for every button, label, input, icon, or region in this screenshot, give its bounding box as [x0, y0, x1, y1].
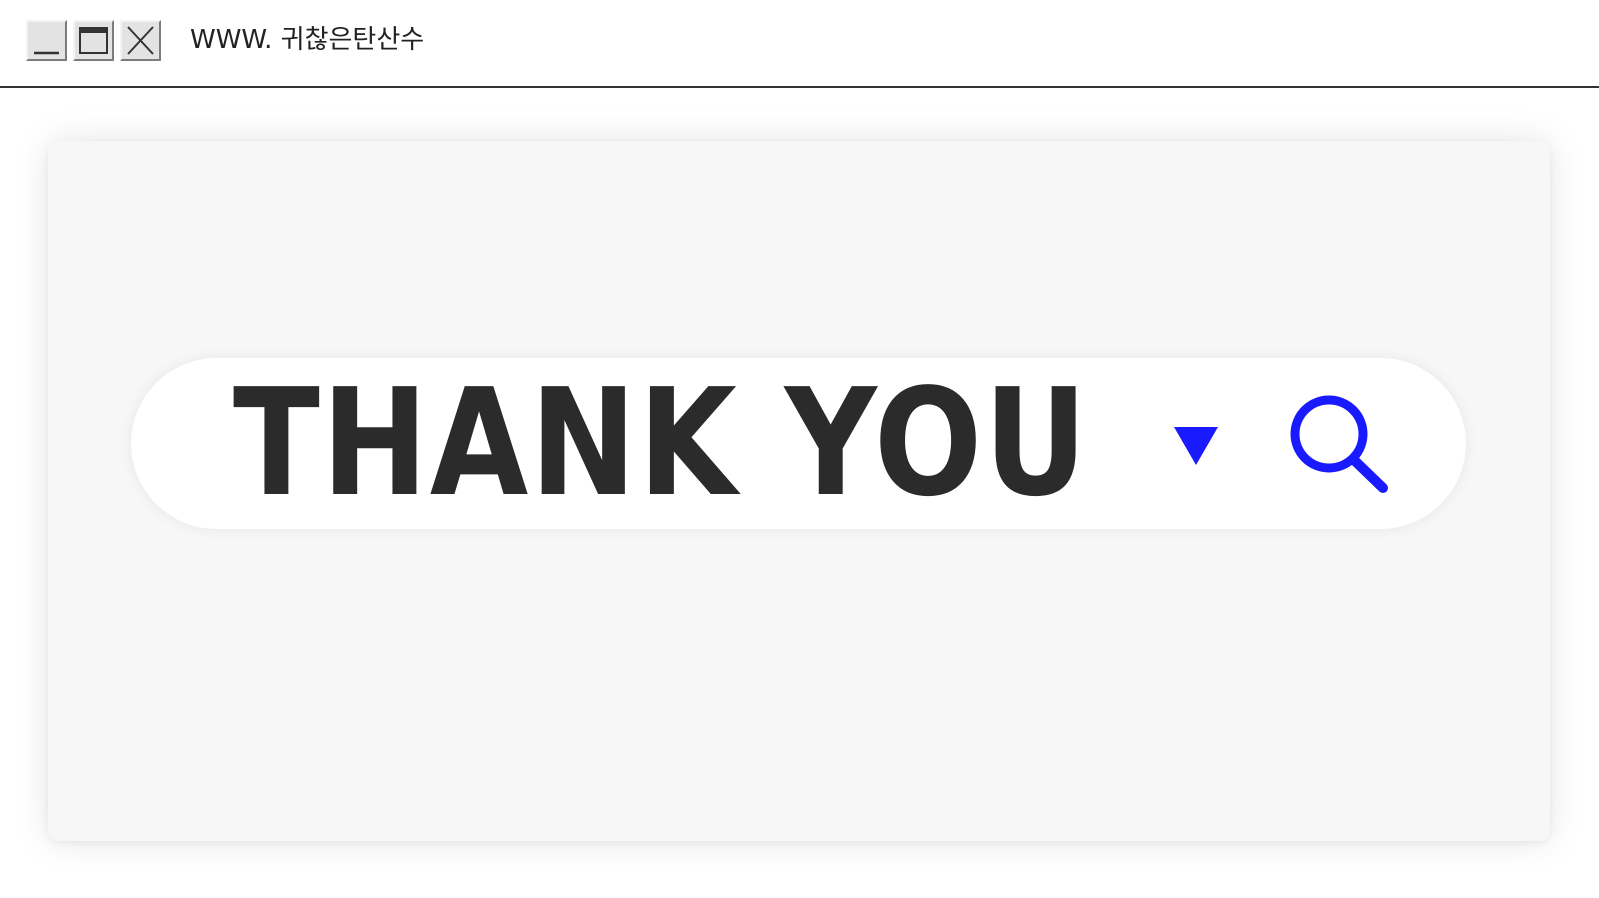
search-bar[interactable]: THANK YOU	[131, 358, 1466, 529]
magnifier-icon[interactable]	[1285, 390, 1395, 500]
minimize-button[interactable]	[26, 20, 67, 61]
content-area: THANK YOU	[0, 88, 1599, 898]
card-panel: THANK YOU	[48, 141, 1550, 841]
triangle-down-icon[interactable]	[1174, 427, 1218, 465]
window-titlebar: WWW. 귀찮은탄산수	[0, 0, 1599, 88]
close-icon	[127, 26, 154, 55]
close-button[interactable]	[120, 20, 161, 61]
maximize-icon	[79, 27, 108, 54]
search-input[interactable]: THANK YOU	[233, 358, 1089, 529]
minimize-icon	[34, 51, 59, 55]
maximize-button[interactable]	[73, 20, 114, 61]
window-title: WWW. 귀찮은탄산수	[190, 25, 425, 55]
